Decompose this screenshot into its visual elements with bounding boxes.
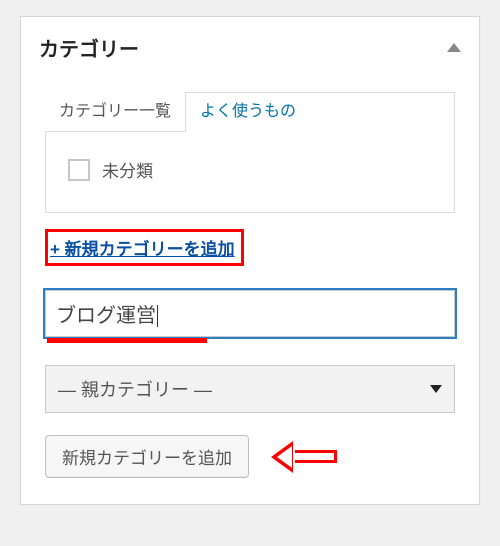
chevron-down-icon <box>430 385 442 393</box>
tab-popular-categories[interactable]: よく使うもの <box>186 92 310 132</box>
category-checklist: 未分類 <box>46 133 454 190</box>
annotation-underline <box>47 338 207 343</box>
annotation-highlight-box: + 新規カテゴリーを追加 <box>45 229 244 266</box>
category-checkbox[interactable] <box>68 159 90 181</box>
screenshot-stage: カテゴリー カテゴリー一覧 よく使うもの 未分類 <box>0 0 500 546</box>
add-new-category-toggle-label: 新規カテゴリーを追加 <box>65 240 235 259</box>
category-tabs: カテゴリー一覧 よく使うもの <box>46 92 454 132</box>
metabox-body: カテゴリー一覧 よく使うもの 未分類 + 新規カテゴリーを追加 <box>21 72 479 504</box>
category-tabs-panel: カテゴリー一覧 よく使うもの 未分類 <box>45 92 455 213</box>
new-category-name-value: ブログ運営 <box>56 305 156 327</box>
categories-metabox: カテゴリー カテゴリー一覧 よく使うもの 未分類 <box>20 16 480 505</box>
parent-category-select-value: — 親カテゴリー — <box>58 376 212 402</box>
add-category-submit-label: 新規カテゴリーを追加 <box>62 449 232 468</box>
new-category-name-input[interactable]: ブログ運営 <box>45 290 455 337</box>
parent-category-select[interactable]: — 親カテゴリー — <box>45 365 455 413</box>
tab-label: よく使うもの <box>200 103 296 120</box>
plus-icon: + <box>50 240 65 259</box>
annotation-arrow-left-icon <box>275 444 337 470</box>
add-category-submit-button[interactable]: 新規カテゴリーを追加 <box>45 435 249 478</box>
collapse-toggle-icon[interactable] <box>447 43 461 52</box>
tab-label: カテゴリー一覧 <box>59 103 171 120</box>
text-caret-icon <box>157 305 158 327</box>
category-item[interactable]: 未分類 <box>68 157 442 182</box>
metabox-header[interactable]: カテゴリー <box>21 17 479 72</box>
add-category-submit-row: 新規カテゴリーを追加 <box>45 435 455 478</box>
metabox-title: カテゴリー <box>39 33 139 62</box>
new-category-name-wrap: ブログ運営 <box>45 290 455 337</box>
add-new-category-toggle[interactable]: + 新規カテゴリーを追加 <box>50 240 235 259</box>
category-label: 未分類 <box>102 157 153 182</box>
tab-all-categories[interactable]: カテゴリー一覧 <box>45 92 186 132</box>
